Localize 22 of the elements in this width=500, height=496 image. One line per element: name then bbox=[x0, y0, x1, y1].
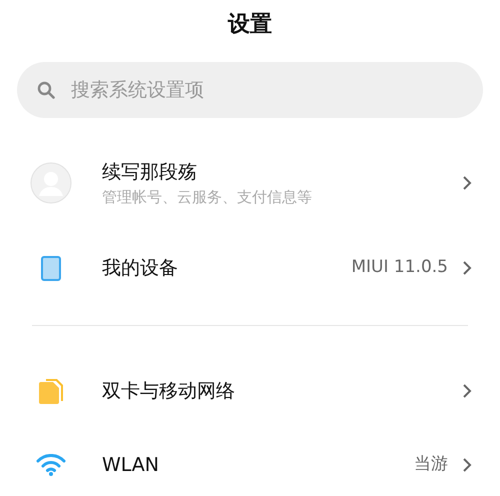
settings-row[interactable]: 续写那段殇 管理帐号、云服务、支付信息等 bbox=[0, 135, 500, 231]
chevron-right-icon bbox=[462, 260, 472, 276]
settings-row[interactable]: 我的设备 MIUI 11.0.5 bbox=[0, 231, 500, 305]
row-label: WLAN bbox=[102, 452, 160, 478]
row-subtitle: 管理帐号、云服务、支付信息等 bbox=[102, 187, 313, 208]
chevron-right-icon bbox=[462, 175, 472, 191]
row-label: 续写那段殇 bbox=[102, 160, 198, 184]
sim-cards-icon bbox=[39, 378, 63, 404]
avatar-icon bbox=[30, 162, 72, 204]
row-label: 我的设备 bbox=[102, 256, 179, 281]
settings-row[interactable]: 双卡与移动网络 bbox=[0, 354, 500, 428]
settings-row[interactable]: WLAN 当游 bbox=[0, 428, 500, 496]
tablet-icon bbox=[41, 256, 61, 280]
search-field[interactable]: 搜索系统设置项 bbox=[17, 62, 483, 118]
row-value: MIUI 11.0.5 bbox=[351, 256, 448, 280]
search-icon bbox=[37, 81, 55, 99]
page-title: 设置 bbox=[226, 11, 273, 39]
chevron-right-icon bbox=[462, 383, 472, 399]
row-label: 双卡与移动网络 bbox=[102, 378, 236, 404]
wifi-icon bbox=[36, 454, 66, 476]
chevron-right-icon bbox=[462, 457, 472, 473]
row-value: 当游 bbox=[414, 453, 448, 476]
